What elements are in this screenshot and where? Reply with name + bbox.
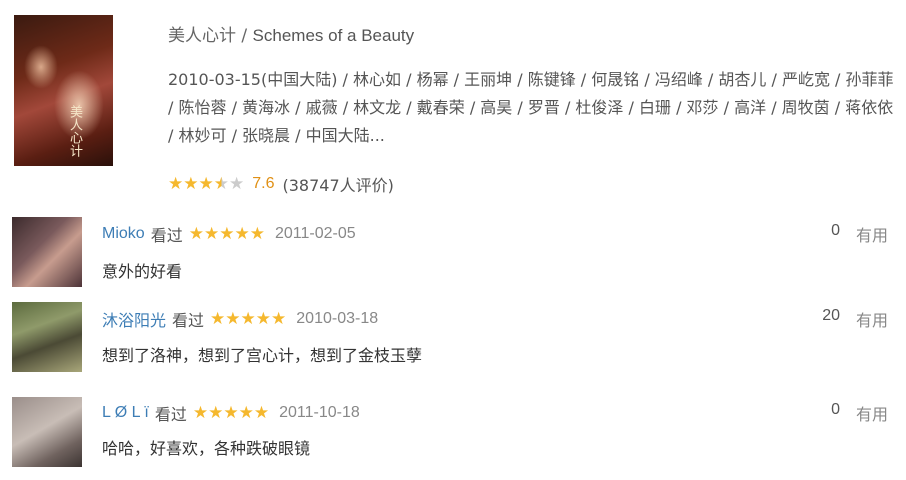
movie-poster[interactable]: 美人心计 bbox=[14, 15, 113, 166]
movie-title-cn: 美人心计 bbox=[168, 26, 236, 46]
comment-username[interactable]: L Ø L ï bbox=[102, 404, 149, 422]
star-full-icon: ★ bbox=[223, 402, 239, 423]
comment-item: L Ø L ï 看过 ★ ★ ★ ★ ★ 2011-10-18 0 有用 哈哈，好喜欢，… bbox=[0, 390, 906, 480]
star-half-icon: ★ bbox=[213, 173, 229, 194]
star-full-icon: ★ bbox=[219, 223, 235, 244]
star-full-icon: ★ bbox=[183, 173, 199, 194]
star-full-icon: ★ bbox=[198, 173, 214, 194]
star-full-icon: ★ bbox=[203, 223, 220, 244]
comment-text: 哈哈，好喜欢，各种跌破眼镜 bbox=[102, 439, 311, 458]
rating-score: 7.6 bbox=[252, 175, 275, 192]
movie-title-en: Schemes of a Beauty bbox=[252, 26, 415, 45]
star-full-icon: ★ bbox=[234, 223, 250, 244]
star-full-icon: ★ bbox=[210, 308, 226, 329]
comment-stars: ★ ★ ★ ★ ★ bbox=[188, 223, 265, 244]
rating-count[interactable]: (38747人评价) bbox=[283, 172, 394, 196]
vote-area: 20 有用 bbox=[822, 307, 888, 331]
star-empty-icon: ★ bbox=[229, 173, 245, 194]
star-full-icon: ★ bbox=[253, 402, 270, 423]
star-full-icon: ★ bbox=[208, 402, 224, 423]
star-full-icon: ★ bbox=[188, 223, 204, 244]
comment-header: Mioko 看过 ★ ★ ★ ★ ★ 2011-02-05 bbox=[102, 222, 356, 246]
comment-username[interactable]: Mioko bbox=[102, 225, 145, 243]
vote-area: 0 有用 bbox=[831, 222, 888, 246]
comment-date: 2011-10-18 bbox=[279, 404, 360, 421]
movie-meta: 2010-03-15(中国大陆) / 林心如 / 杨幂 / 王丽坤 / 陈键锋 … bbox=[168, 70, 894, 145]
star-full-icon: ★ bbox=[192, 402, 209, 423]
comment-item: Mioko 看过 ★ ★ ★ ★ ★ 2011-02-05 0 有用 意外的好看 bbox=[0, 205, 906, 295]
movie-card: 美人心计 美人心计 / Schemes of a Beauty 2010-03-… bbox=[0, 0, 906, 205]
comment-text: 想到了洛神，想到了宫心计，想到了金枝玉孽 bbox=[102, 346, 423, 365]
star-full-icon: ★ bbox=[249, 223, 265, 244]
comment-date: 2010-03-18 bbox=[296, 310, 379, 327]
comment-header: 沐浴阳光 看过 ★ ★ ★ ★ ★ 2010-03-18 bbox=[102, 307, 378, 331]
vote-count: 0 bbox=[831, 222, 840, 239]
star-full-icon: ★ bbox=[225, 308, 241, 329]
comment-date: 2011-02-05 bbox=[274, 225, 356, 242]
star-full-icon: ★ bbox=[240, 308, 256, 329]
comment-stars: ★ ★ ★ ★ ★ bbox=[210, 308, 287, 329]
useful-button[interactable]: 有用 bbox=[856, 307, 888, 331]
star-full-icon: ★ bbox=[238, 402, 254, 423]
rating-stars: ★ ★ ★ ★ ★ bbox=[168, 173, 245, 194]
useful-button[interactable]: 有用 bbox=[856, 401, 888, 425]
avatar[interactable] bbox=[12, 302, 82, 372]
vote-area: 0 有用 bbox=[831, 401, 888, 425]
comment-header: L Ø L ï 看过 ★ ★ ★ ★ ★ 2011-10-18 bbox=[102, 401, 360, 425]
star-full-icon: ★ bbox=[255, 308, 272, 329]
comment-item: 沐浴阳光 看过 ★ ★ ★ ★ ★ 2010-03-18 20 有用 想到了洛神，想到了… bbox=[0, 295, 906, 390]
title-separator: / bbox=[236, 26, 253, 46]
watched-status: 看过 bbox=[172, 311, 205, 330]
movie-rating: ★ ★ ★ ★ ★ 7.6 (38747人评价) bbox=[168, 172, 394, 196]
poster-figure bbox=[24, 45, 58, 89]
star-full-icon: ★ bbox=[168, 173, 184, 194]
watched-status: 看过 bbox=[154, 405, 187, 424]
avatar[interactable] bbox=[12, 397, 82, 467]
star-full-icon: ★ bbox=[271, 308, 287, 329]
watched-status: 看过 bbox=[150, 226, 183, 245]
avatar[interactable] bbox=[12, 217, 82, 287]
comment-username[interactable]: 沐浴阳光 bbox=[102, 307, 166, 331]
comment-text: 意外的好看 bbox=[102, 262, 183, 281]
vote-count: 20 bbox=[822, 307, 840, 324]
vote-count: 0 bbox=[831, 401, 840, 418]
useful-button[interactable]: 有用 bbox=[856, 222, 888, 246]
movie-title[interactable]: 美人心计 / Schemes of a Beauty bbox=[168, 21, 414, 46]
poster-title: 美人心计 bbox=[67, 105, 82, 157]
comment-stars: ★ ★ ★ ★ ★ bbox=[192, 402, 270, 423]
